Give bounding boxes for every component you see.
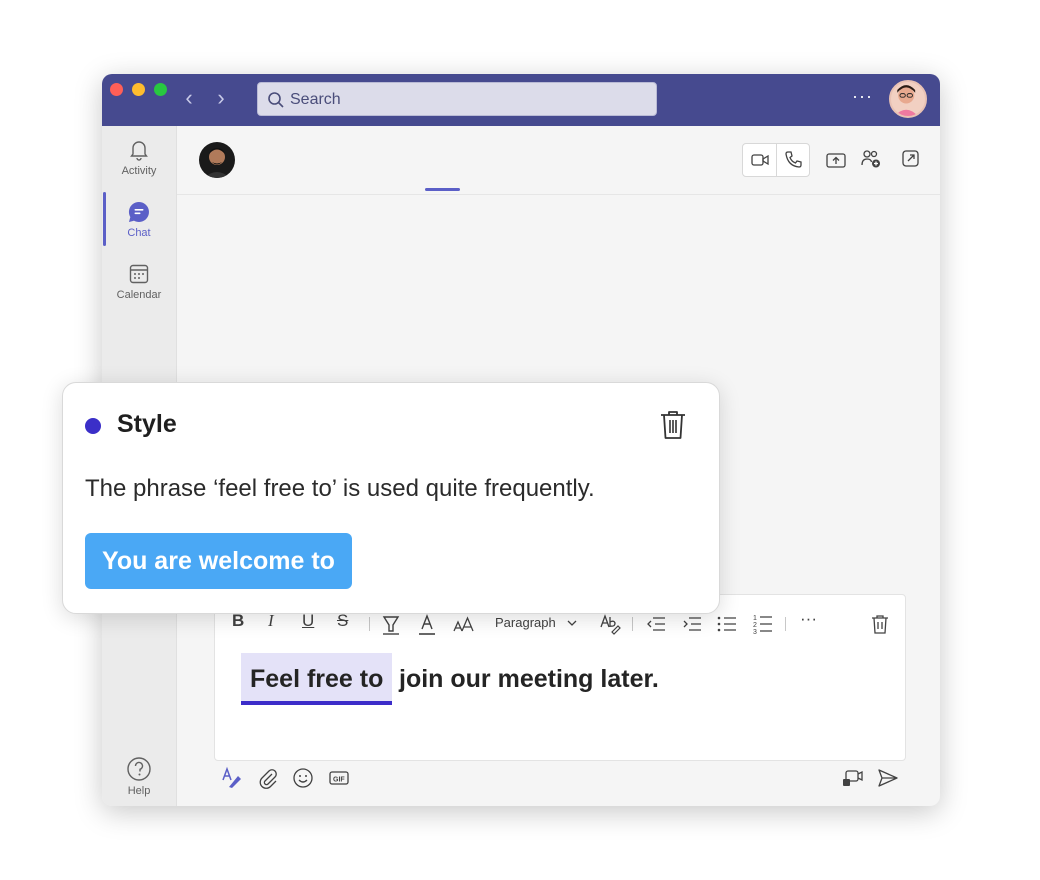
style-issue-underline <box>241 701 393 705</box>
call-buttons <box>742 143 810 177</box>
search-input[interactable]: Search <box>257 82 657 116</box>
rail-item-help[interactable]: Help <box>102 756 176 797</box>
bell-icon <box>130 141 148 161</box>
message-rest-text: join our meeting later. <box>399 665 659 693</box>
toolbar-divider <box>632 617 633 631</box>
numbered-list-icon[interactable]: 123 <box>752 613 774 635</box>
add-people-icon[interactable] <box>860 148 882 170</box>
rail-label-chat: Chat <box>127 227 151 239</box>
help-icon <box>127 757 151 781</box>
svg-text:1: 1 <box>753 615 757 622</box>
send-icon[interactable] <box>876 766 900 790</box>
more-options-button[interactable]: ··· <box>852 86 873 107</box>
attach-icon[interactable] <box>256 766 280 790</box>
strikethrough-icon[interactable]: S <box>337 611 348 631</box>
chat-icon <box>128 201 149 222</box>
close-window-button[interactable] <box>110 83 123 96</box>
paragraph-dropdown[interactable]: Paragraph <box>495 615 556 630</box>
italic-icon[interactable]: I <box>268 611 274 631</box>
compose-actions: GIF <box>214 766 904 796</box>
share-screen-icon[interactable] <box>825 150 847 172</box>
svg-text:GIF: GIF <box>333 777 345 784</box>
active-tab-indicator <box>425 188 460 191</box>
minimize-window-button[interactable] <box>132 83 145 96</box>
bold-icon[interactable]: B <box>232 611 244 631</box>
title-bar: ‹ › Search ··· <box>102 74 940 126</box>
contact-avatar[interactable] <box>199 142 235 178</box>
search-placeholder: Search <box>290 91 341 108</box>
rail-label-help: Help <box>127 785 151 797</box>
category-dot <box>85 418 101 434</box>
chevron-down-icon <box>567 620 577 626</box>
clear-formatting-icon[interactable] <box>599 613 621 635</box>
gif-icon[interactable]: GIF <box>327 766 351 790</box>
format-icon[interactable] <box>220 766 244 790</box>
emoji-icon[interactable] <box>291 766 315 790</box>
user-avatar[interactable] <box>889 80 927 118</box>
highlight-icon[interactable] <box>381 613 401 635</box>
video-call-icon[interactable] <box>749 149 771 171</box>
rail-item-activity[interactable]: Activity <box>102 138 176 177</box>
suggestion-card: Style The phrase ‘feel free to’ is used … <box>62 382 720 614</box>
calendar-icon <box>129 264 149 284</box>
more-formatting-button[interactable]: ··· <box>800 609 817 629</box>
suggestion-category: Style <box>117 410 177 438</box>
apply-suggestion-button[interactable]: You are welcome to <box>85 533 352 589</box>
svg-text:2: 2 <box>753 622 757 629</box>
highlighted-phrase[interactable]: Feel free to <box>241 653 393 705</box>
increase-indent-icon[interactable] <box>681 615 703 633</box>
toolbar-divider <box>369 617 370 631</box>
underline-icon[interactable]: U <box>302 611 314 631</box>
bulleted-list-icon[interactable] <box>716 615 738 633</box>
compose-box[interactable]: B I U S Paragraph 123 ··· Feel free to j… <box>214 594 906 761</box>
pop-out-icon[interactable] <box>900 148 922 170</box>
meet-now-icon[interactable] <box>841 766 865 790</box>
call-divider <box>776 144 777 176</box>
back-arrow-icon[interactable]: ‹ <box>178 87 200 110</box>
font-color-icon[interactable] <box>417 613 437 635</box>
contact-face-icon <box>204 148 230 178</box>
suggestion-message: The phrase ‘feel free to’ is used quite … <box>85 475 595 502</box>
dismiss-trash-icon[interactable] <box>659 409 687 441</box>
font-size-icon[interactable] <box>453 615 475 633</box>
maximize-window-button[interactable] <box>154 83 167 96</box>
decrease-indent-icon[interactable] <box>645 615 667 633</box>
chat-header <box>177 126 940 195</box>
discard-icon[interactable] <box>870 613 890 635</box>
toolbar-divider <box>785 617 786 631</box>
rail-label-activity: Activity <box>121 165 157 177</box>
rail-label-calendar: Calendar <box>116 289 162 301</box>
phone-call-icon[interactable] <box>782 149 804 171</box>
rail-item-calendar[interactable]: Calendar <box>102 262 176 301</box>
forward-arrow-icon[interactable]: › <box>210 87 232 110</box>
svg-text:3: 3 <box>753 629 757 635</box>
search-icon <box>268 92 284 108</box>
rail-item-chat[interactable]: Chat <box>102 200 176 239</box>
highlighted-phrase-text: Feel free to <box>250 665 384 693</box>
avatar-face-icon <box>894 85 918 116</box>
